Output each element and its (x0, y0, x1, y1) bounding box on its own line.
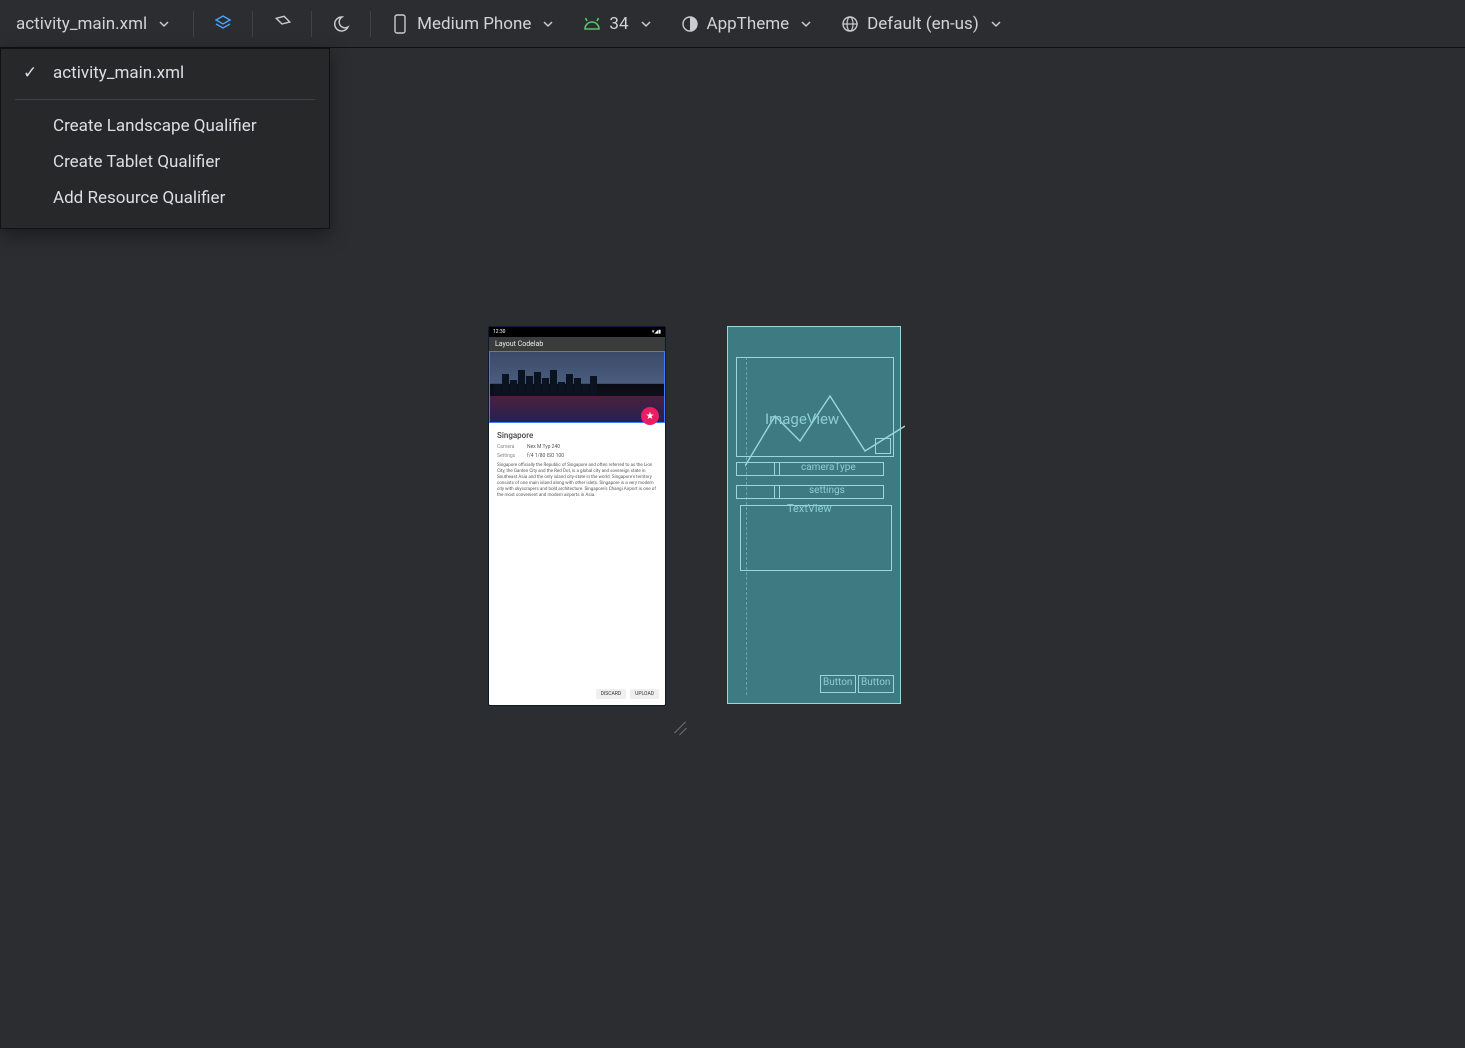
chevron-down-icon (985, 13, 1007, 35)
settings-row: Settings f/4 1/80 ISO 100 (497, 453, 657, 459)
device-label: Medium Phone (417, 14, 531, 34)
app-bar: Layout Codelab (489, 337, 665, 351)
app-title: Layout Codelab (495, 340, 543, 348)
api-level: 34 (609, 14, 628, 34)
layout-variant-menu: ✓ activity_main.xml Create Landscape Qua… (0, 48, 330, 229)
hero-image (489, 351, 665, 423)
device-selector[interactable]: Medium Phone (381, 7, 567, 41)
orientation-toggle[interactable] (263, 7, 301, 41)
bp-camera-type[interactable]: cameraType (774, 462, 884, 476)
chevron-down-icon (153, 13, 175, 35)
separator (193, 11, 194, 37)
bp-button-1[interactable]: Button (820, 675, 856, 693)
status-icons: ▾◢▮ (652, 329, 661, 335)
stack-icon (212, 13, 234, 35)
heading: Singapore (497, 431, 657, 440)
description: Singapore officially the Republic of Sin… (497, 463, 657, 499)
separator (311, 11, 312, 37)
discard-button[interactable]: DISCARD (596, 689, 627, 699)
theme-label: AppTheme (707, 14, 790, 34)
camera-row: Camera Nex M Typ 240 (497, 444, 657, 450)
locale-label: Default (en-us) (867, 14, 979, 34)
settings-value: f/4 1/80 ISO 100 (527, 453, 564, 459)
menu-item-resource[interactable]: Add Resource Qualifier (1, 180, 329, 216)
file-dropdown[interactable]: activity_main.xml (8, 7, 183, 41)
menu-label: Add Resource Qualifier (53, 188, 225, 208)
bp-textview-label: TextView (787, 502, 832, 515)
bp-fab[interactable] (875, 438, 891, 454)
file-label: activity_main.xml (16, 14, 147, 34)
menu-item-landscape[interactable]: Create Landscape Qualifier (1, 108, 329, 144)
chevron-down-icon (795, 13, 817, 35)
moon-icon (330, 13, 352, 35)
button-row: DISCARD UPLOAD (596, 689, 659, 699)
menu-item-current[interactable]: ✓ activity_main.xml (1, 55, 329, 91)
star-icon: ★ (646, 411, 655, 422)
menu-current-label: activity_main.xml (53, 63, 184, 83)
chevron-down-icon (537, 13, 559, 35)
globe-icon (839, 13, 861, 35)
theme-selector[interactable]: AppTheme (671, 7, 826, 41)
settings-label: Settings (497, 453, 521, 459)
design-preview[interactable]: 12:30 ▾◢▮ Layout Codelab ★ Singapore Cam… (488, 326, 666, 706)
camera-value: Nex M Typ 240 (527, 444, 560, 450)
status-time: 12:30 (493, 329, 505, 335)
editor-toolbar: activity_main.xml Medium Phone (0, 0, 1465, 48)
separator (252, 11, 253, 37)
bp-button-2[interactable]: Button (858, 675, 894, 693)
chevron-down-icon (635, 13, 657, 35)
content-panel: Singapore Camera Nex M Typ 240 Settings … (489, 423, 665, 705)
bp-camera-type-label: cameraType (801, 462, 856, 473)
menu-label: Create Tablet Qualifier (53, 152, 220, 172)
bp-button-2-label: Button (861, 677, 890, 688)
fab-star[interactable]: ★ (641, 407, 659, 425)
night-mode-toggle[interactable] (322, 7, 360, 41)
blueprint-preview[interactable]: ImageView cameraType settings TextView B… (727, 326, 901, 704)
bp-settings-label: settings (809, 485, 845, 496)
device-icon (389, 13, 411, 35)
design-surface-toggle[interactable] (204, 7, 242, 41)
contrast-icon (679, 13, 701, 35)
bp-imageview[interactable]: ImageView (736, 357, 894, 457)
bp-button-1-label: Button (823, 677, 852, 688)
camera-label: Camera (497, 444, 521, 450)
upload-button[interactable]: UPLOAD (630, 689, 659, 699)
menu-label: Create Landscape Qualifier (53, 116, 257, 136)
locale-selector[interactable]: Default (en-us) (831, 7, 1015, 41)
check-icon: ✓ (23, 63, 41, 83)
bp-textview[interactable]: TextView (740, 505, 892, 571)
menu-item-tablet[interactable]: Create Tablet Qualifier (1, 144, 329, 180)
bp-settings[interactable]: settings (774, 485, 884, 499)
rotate-icon (271, 13, 293, 35)
bp-imageview-label: ImageView (765, 410, 839, 428)
separator (370, 11, 371, 37)
android-icon (581, 13, 603, 35)
status-bar: 12:30 ▾◢▮ (489, 327, 665, 337)
resize-handle[interactable] (668, 713, 692, 737)
menu-divider (15, 99, 315, 100)
api-selector[interactable]: 34 (573, 7, 664, 41)
